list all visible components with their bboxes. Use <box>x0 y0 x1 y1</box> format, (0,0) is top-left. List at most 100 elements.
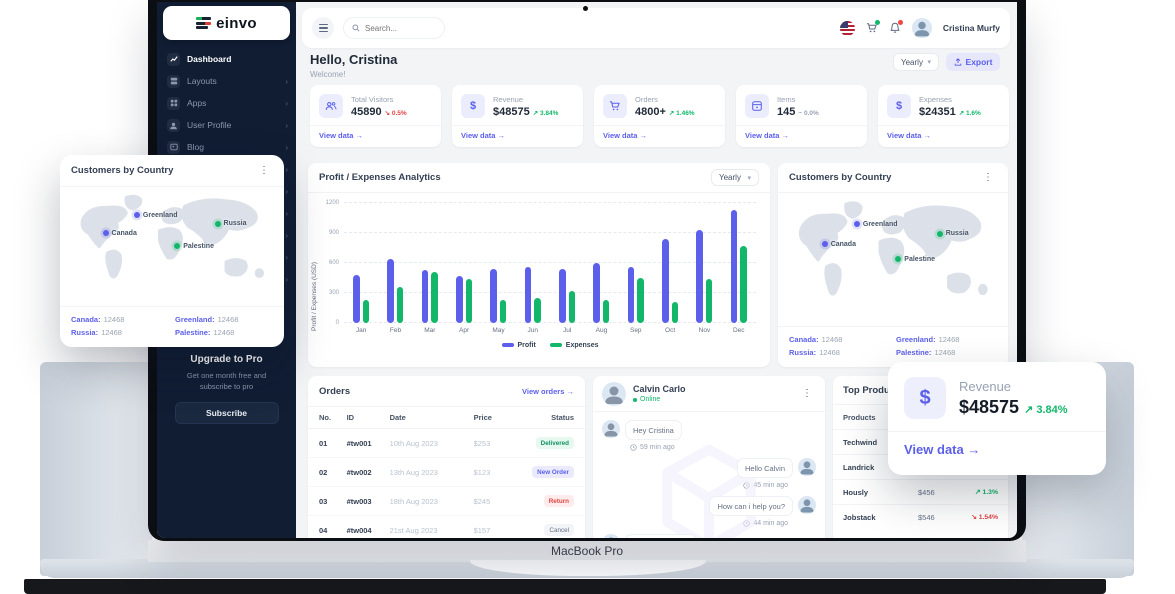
logo[interactable]: einvo <box>163 6 290 40</box>
message-bubble: How can i help you? <box>709 496 793 516</box>
chart-bar <box>637 278 644 324</box>
period-value: Yearly <box>901 58 923 67</box>
chart-bar <box>731 210 738 323</box>
status-badge: Cancel <box>544 524 574 536</box>
greeting-subtitle: Welcome! <box>310 70 397 79</box>
orders-table: No. ID Date Price Status 01#tw00110th Au… <box>308 406 585 538</box>
kebab-menu-icon[interactable]: ⋮ <box>979 170 997 185</box>
sidebar-item-label: User Profile <box>187 120 231 130</box>
chart-title: Profit / Expenses Analytics <box>319 172 441 183</box>
chart-y-axis-label: Profit / Expenses (USD) <box>311 211 318 331</box>
message-avatar <box>798 496 816 514</box>
dollar-icon: $ <box>887 94 911 118</box>
stat-card-orders: Orders4800+↗ 1.46%View data → <box>594 85 725 147</box>
arrow-right-icon: → <box>782 131 790 140</box>
chart-bar <box>559 269 566 324</box>
layers-icon <box>167 75 180 88</box>
chart-bar <box>456 276 463 323</box>
map-marker-greenland[interactable]: Greenland <box>134 212 178 219</box>
view-data-link[interactable]: View data → <box>461 131 505 140</box>
map-marker-russia[interactable]: Russia <box>215 220 247 227</box>
kebab-menu-icon[interactable]: ⋮ <box>255 163 273 178</box>
chevron-right-icon: › <box>285 231 288 240</box>
bar-group-aug <box>593 263 609 323</box>
chat-contact-avatar <box>602 382 626 406</box>
laptop-bezel-label: MacBook Pro <box>148 540 1026 562</box>
view-data-link[interactable]: View data → <box>319 131 363 140</box>
user-icon <box>167 119 180 132</box>
image-icon <box>167 141 180 154</box>
chevron-right-icon: › <box>285 187 288 196</box>
view-data-link[interactable]: View data → <box>904 442 980 457</box>
dashboard-icon <box>167 53 180 66</box>
chat-online-status: Online <box>633 396 686 403</box>
bar-group-dec <box>731 210 747 323</box>
chart-x-axis: JanFebMarAprMayJunJulAugSepOctNovDec <box>344 323 756 337</box>
chart-bar <box>672 302 679 323</box>
arrow-right-icon: → <box>967 442 980 457</box>
x-tick-label: Dec <box>724 327 754 334</box>
sidebar-item-dashboard[interactable]: Dashboard <box>157 48 296 70</box>
map-marker-canada[interactable]: Canada <box>103 230 137 237</box>
x-tick-label: Jul <box>552 327 582 334</box>
bar-group-jan <box>353 275 369 323</box>
notifications-button[interactable] <box>889 22 901 34</box>
orders-card: Orders View orders → No. ID Date Price S… <box>308 376 585 538</box>
stat-card-total-visitors: Total Visitors45890↘ 0.5%View data → <box>310 85 441 147</box>
search-input[interactable] <box>365 24 435 33</box>
stat-value: $48575↗ 3.84% <box>493 106 558 118</box>
view-data-link[interactable]: View data → <box>887 131 931 140</box>
laptop-left-side <box>40 362 152 576</box>
status-badge: Delivered <box>536 437 574 449</box>
upgrade-panel: Upgrade to Pro Get one month free and su… <box>157 354 296 424</box>
revenue-value: $48575↗ 3.84% <box>959 397 1068 418</box>
map-marker-russia[interactable]: Russia <box>937 230 969 237</box>
user-avatar[interactable] <box>912 18 932 38</box>
stat-change: ~ 0.0% <box>798 110 818 117</box>
chart-bar <box>696 230 703 323</box>
map-marker-canada[interactable]: Canada <box>822 241 856 248</box>
chart-bar <box>593 263 600 323</box>
sidebar-item-layouts[interactable]: Layouts › <box>157 70 296 92</box>
export-button[interactable]: Export <box>946 53 1000 71</box>
country-stat: Greenland:12468 <box>175 315 273 324</box>
subscribe-button[interactable]: Subscribe <box>175 402 279 424</box>
logo-text: einvo <box>216 15 257 32</box>
message-bubble: Hello Calvin <box>737 458 793 478</box>
view-data-link[interactable]: View data → <box>603 131 647 140</box>
chart-bar <box>706 279 713 323</box>
cart-button[interactable] <box>866 22 878 34</box>
period-select[interactable]: Yearly ▾ <box>893 53 939 71</box>
orders-col-no: No. <box>308 407 336 429</box>
scene: MacBook Pro einvo Dashboard Layouts <box>0 0 1175 594</box>
chevron-down-icon: ▾ <box>927 58 931 66</box>
export-label: Export <box>966 57 993 67</box>
stat-label: Expenses <box>919 95 981 104</box>
box-icon <box>745 94 769 118</box>
view-data-link[interactable]: View data → <box>745 131 789 140</box>
stat-value: 45890↘ 0.5% <box>351 106 407 118</box>
country-stat: Palestine:12468 <box>896 348 997 357</box>
bar-group-oct <box>662 239 678 323</box>
stat-value: 145~ 0.0% <box>777 106 819 118</box>
arrow-right-icon: → <box>356 131 364 140</box>
arrow-right-icon: → <box>567 387 575 396</box>
chart-bar <box>628 267 635 324</box>
country-stats: Canada:12468 Greenland:12468 Russia:1246… <box>778 327 1008 367</box>
country-stat: Russia:12468 <box>71 328 169 337</box>
language-flag-icon[interactable] <box>840 21 855 36</box>
sidebar-item-user-profile[interactable]: User Profile › <box>157 114 296 136</box>
x-tick-label: Aug <box>586 327 616 334</box>
chevron-right-icon: › <box>285 121 288 130</box>
country-stat: Canada:12468 <box>71 315 169 324</box>
view-orders-link[interactable]: View orders → <box>522 387 574 396</box>
map-marker-greenland[interactable]: Greenland <box>854 221 898 228</box>
sidebar-item-apps[interactable]: Apps › <box>157 92 296 114</box>
hamburger-menu-button[interactable] <box>312 17 334 39</box>
map-marker-palestine[interactable]: Palestine <box>174 243 214 250</box>
map-marker-palestine[interactable]: Palestine <box>895 256 935 263</box>
kebab-menu-icon[interactable]: ⋮ <box>798 386 816 401</box>
chat-message: Hey Cristina <box>602 420 816 440</box>
search-box[interactable] <box>343 17 445 39</box>
chart-period-select[interactable]: Yearly ▾ <box>711 169 759 186</box>
